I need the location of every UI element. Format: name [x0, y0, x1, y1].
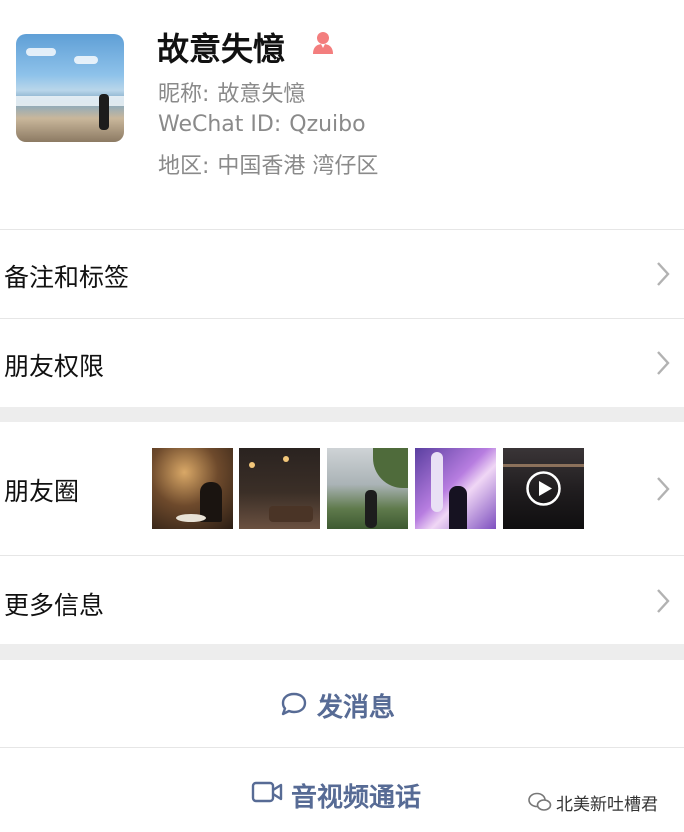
- send-message-button[interactable]: 发消息: [0, 660, 684, 747]
- moments-photo-park[interactable]: [327, 448, 408, 529]
- remarks-tags-row[interactable]: 备注和标签: [0, 230, 684, 318]
- play-icon[interactable]: [525, 470, 562, 507]
- watermark-text: 北美新吐槽君: [556, 795, 658, 815]
- chevron-right-icon: [657, 351, 670, 375]
- remarks-tags-label: 备注和标签: [4, 263, 130, 292]
- moments-label: 朋友圈: [4, 477, 80, 506]
- nickname-line: 昵称: 故意失憶: [158, 76, 305, 108]
- send-message-label: 发消息: [317, 693, 396, 723]
- friend-permissions-label: 朋友权限: [4, 352, 105, 381]
- av-call-label: 音视频通话: [291, 783, 422, 813]
- avatar-cloud: [74, 56, 98, 64]
- wechat-logo-icon: [528, 792, 552, 811]
- moments-photo-gallery[interactable]: [415, 448, 496, 529]
- region-label: 地区:: [158, 154, 210, 179]
- region-value: 中国香港 湾仔区: [217, 154, 379, 179]
- profile-name: 故意失憶: [157, 30, 286, 68]
- photo-tree: [373, 448, 408, 488]
- chevron-right-icon: [657, 589, 670, 613]
- avatar-cloud: [26, 48, 56, 56]
- photo-plate: [176, 514, 206, 522]
- photo-person: [365, 490, 377, 528]
- avatar[interactable]: [16, 34, 124, 142]
- nickname-value: 故意失憶: [217, 82, 306, 107]
- video-camera-icon: [251, 781, 283, 803]
- photo-sculpture: [431, 452, 443, 512]
- section-separator: [0, 407, 684, 422]
- wechat-id-value[interactable]: Qzuibo: [289, 112, 365, 137]
- avatar-person: [99, 94, 109, 130]
- photo-light: [283, 456, 289, 462]
- more-info-label: 更多信息: [4, 591, 105, 620]
- profile-header: 故意失憶 昵称: 故意失憶 WeChat ID: Qzuibo 地区: 中国香港 湾仔…: [0, 0, 684, 229]
- moments-photo-dinner[interactable]: [239, 448, 320, 529]
- more-info-row[interactable]: 更多信息: [0, 556, 684, 644]
- wechat-id-label: WeChat ID:: [158, 112, 282, 137]
- photo-light: [249, 462, 255, 468]
- moments-photo-restaurant[interactable]: [152, 448, 233, 529]
- chevron-right-icon: [657, 477, 670, 501]
- chat-bubble-icon: [281, 692, 307, 716]
- friend-permissions-row[interactable]: 朋友权限: [0, 319, 684, 407]
- female-icon: [313, 32, 333, 54]
- photo-person: [449, 486, 467, 529]
- moments-video[interactable]: [503, 448, 584, 529]
- nickname-label: 昵称:: [158, 82, 210, 107]
- wechat-id-line: WeChat ID: Qzuibo: [158, 112, 366, 137]
- section-separator: [0, 644, 684, 660]
- region-line: 地区: 中国香港 湾仔区: [158, 148, 378, 180]
- chevron-right-icon: [657, 262, 670, 286]
- photo-horizon: [503, 464, 584, 467]
- photo-dish: [269, 506, 313, 522]
